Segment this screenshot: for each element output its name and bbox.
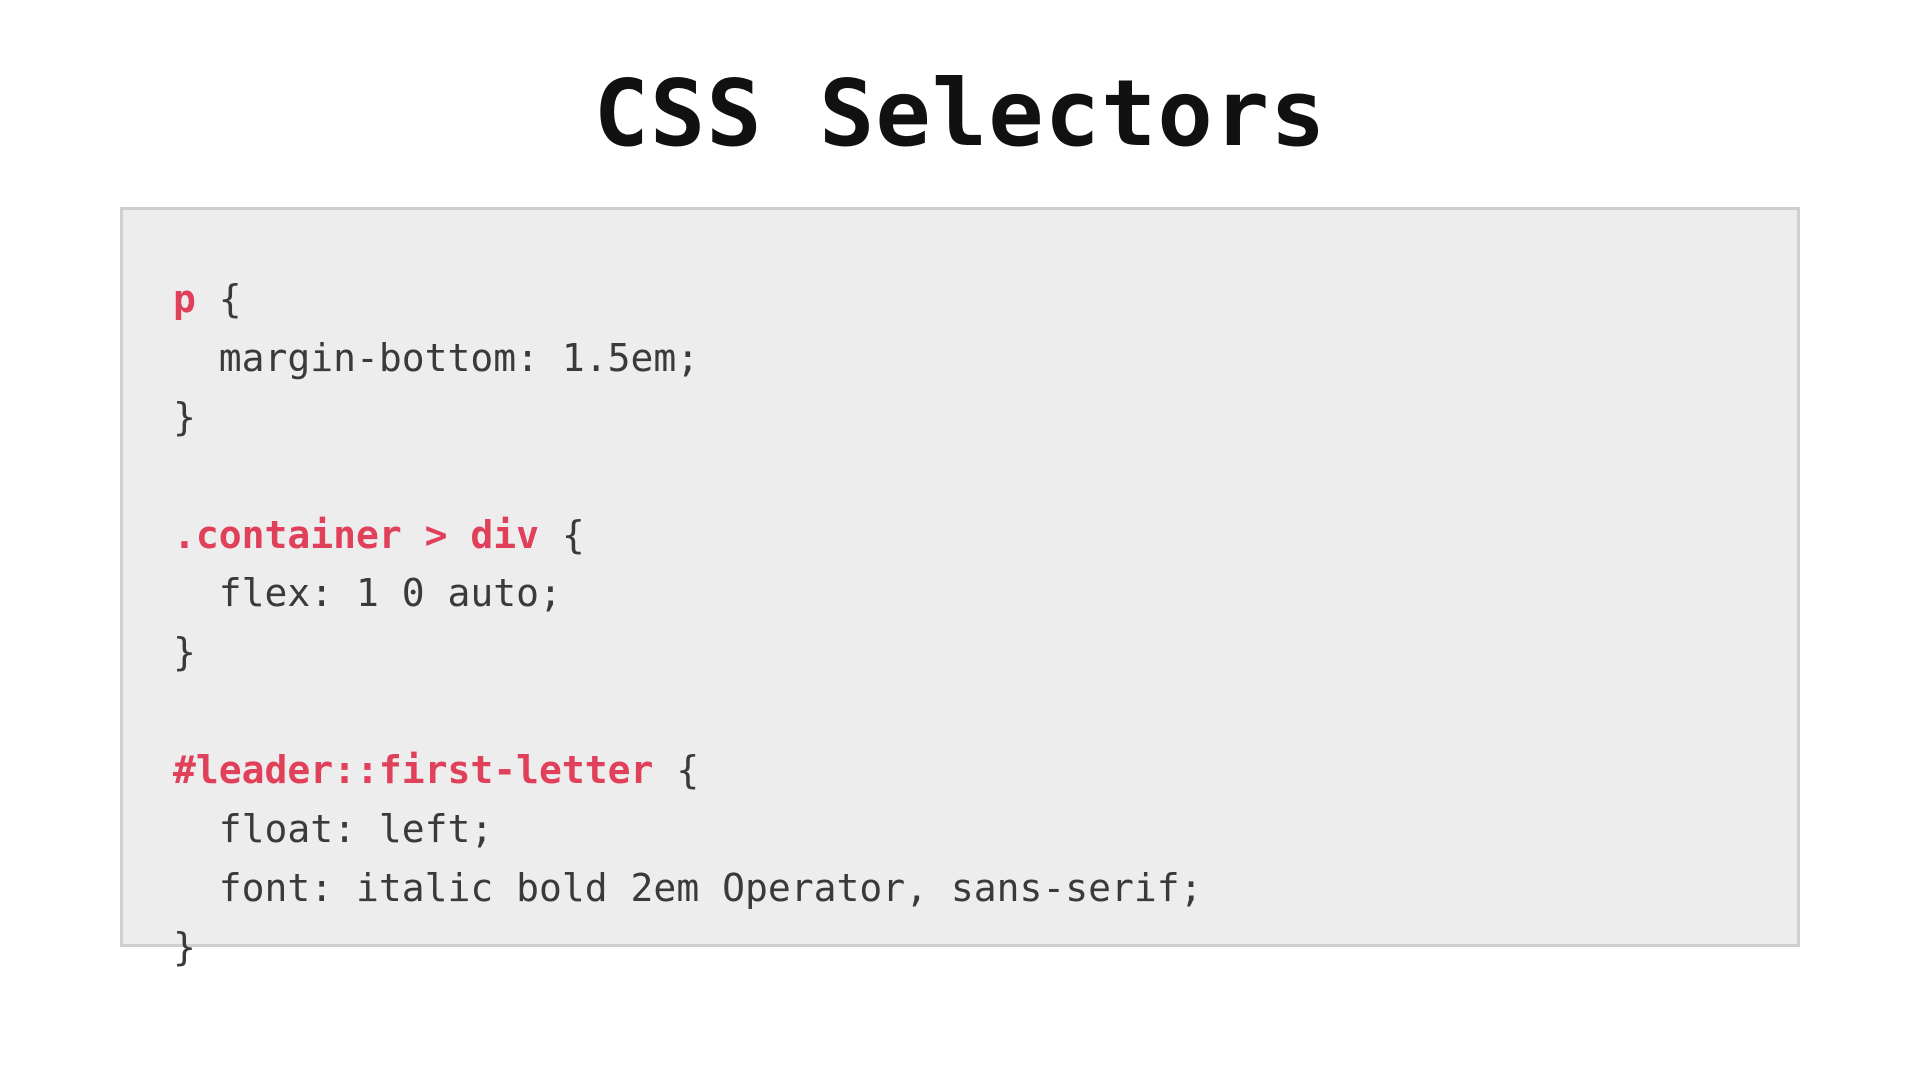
selector-container-div: .container > div [173, 513, 539, 557]
brace-close: } [173, 630, 196, 674]
brace-close: } [173, 925, 196, 969]
slide: CSS Selectors p { margin-bottom: 1.5em; … [0, 0, 1920, 1080]
declaration: font: italic bold 2em Operator, sans-ser… [173, 866, 1203, 910]
declaration: flex: 1 0 auto; [173, 571, 562, 615]
code-example-box: p { margin-bottom: 1.5em; } .container >… [120, 207, 1800, 947]
selector-leader-first-letter: #leader::first-letter [173, 748, 653, 792]
brace-open: { [539, 513, 585, 557]
slide-title: CSS Selectors [120, 60, 1800, 167]
brace-open: { [653, 748, 699, 792]
selector-p: p [173, 277, 196, 321]
code-block: p { margin-bottom: 1.5em; } .container >… [173, 270, 1747, 977]
brace-open: { [196, 277, 242, 321]
declaration: float: left; [173, 807, 493, 851]
declaration: margin-bottom: 1.5em; [173, 336, 699, 380]
brace-close: } [173, 395, 196, 439]
